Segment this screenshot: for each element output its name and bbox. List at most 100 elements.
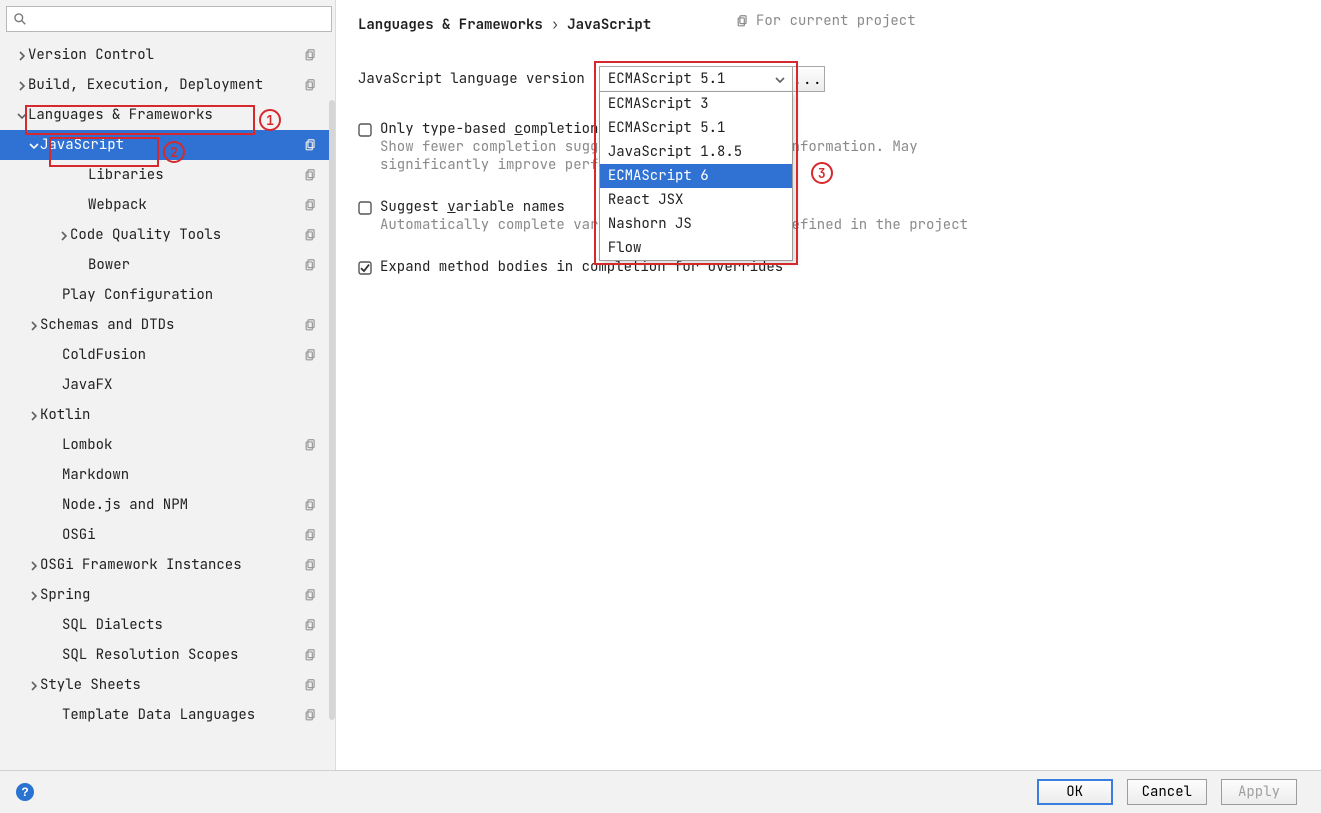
tree-item[interactable]: SQL Dialects [0,610,330,640]
chevron-right-icon [28,319,40,331]
tree-item-label: OSGi Framework Instances [40,556,304,574]
search-icon [13,12,27,26]
tree-item[interactable]: OSGi Framework Instances [0,550,330,580]
breadcrumb-b: JavaScript [567,16,651,34]
tree-item[interactable]: Schemas and DTDs [0,310,330,340]
copy-icon [304,498,318,512]
tree-item-label: Style Sheets [40,676,304,694]
tree-item[interactable]: Bower [0,250,330,280]
dropdown-item[interactable]: Flow [600,236,792,260]
breadcrumb-a: Languages & Frameworks [358,16,543,34]
copy-icon [304,648,318,662]
tree-item-label: OSGi [62,526,304,544]
tree-item[interactable]: Lombok [0,430,330,460]
tree-item[interactable]: Languages & Frameworks [0,100,330,130]
tree-item-label: Bower [88,256,304,274]
chk1-u: c [514,120,522,138]
chevron-right-icon [16,79,28,91]
copy-icon [304,438,318,452]
copy-icon [304,528,318,542]
tree-item[interactable]: Markdown [0,460,330,490]
tree-item-label: Play Configuration [62,286,304,304]
settings-search[interactable] [6,6,332,32]
copy-icon [304,78,318,92]
dropdown-item[interactable]: JavaScript 1.8.5 [600,140,792,164]
tree-item[interactable]: Style Sheets [0,670,330,700]
tree-item-label: Schemas and DTDs [40,316,304,334]
copy-icon [736,14,750,28]
tree-item[interactable]: Libraries [0,160,330,190]
tree-item[interactable]: Webpack [0,190,330,220]
tree-item[interactable]: Build, Execution, Deployment [0,70,330,100]
tree-item[interactable]: ColdFusion [0,340,330,370]
tree-item[interactable]: SQL Resolution Scopes [0,640,330,670]
for-current-project: For current project [736,12,916,30]
tree-item-label: Spring [40,586,304,604]
tree-item[interactable]: Template Data Languages [0,700,330,730]
chk2-u: v [447,198,455,216]
chevron-down-icon [28,139,40,151]
search-input[interactable] [31,9,331,29]
chevron-right-icon [58,229,70,241]
chk2-pre: Suggest [380,198,447,216]
checkbox-varnames[interactable] [358,201,372,215]
tree-item-label: Code Quality Tools [70,226,304,244]
apply-button[interactable]: Apply [1221,779,1297,805]
settings-tree: Version Control Build, Execution, Deploy… [0,40,330,770]
scrollbar[interactable] [329,100,335,720]
checkbox-completion[interactable] [358,123,372,137]
copy-icon [304,168,318,182]
breadcrumb: Languages & Frameworks › JavaScript For … [358,10,1301,40]
copy-icon [304,558,318,572]
copy-icon [304,708,318,722]
copy-icon [304,318,318,332]
settings-main: Languages & Frameworks › JavaScript For … [336,0,1321,770]
tree-item-label: Markdown [62,466,304,484]
lang-version-combobox[interactable]: ECMAScript 5.1 [599,66,793,92]
checkbox-expand[interactable] [358,261,372,275]
ok-button[interactable]: OK [1037,779,1113,805]
tree-item[interactable]: Node.js and NPM [0,490,330,520]
tree-item[interactable]: Code Quality Tools [0,220,330,250]
tree-item-label: ColdFusion [62,346,304,364]
tree-item-label: SQL Dialects [62,616,304,634]
dialog-buttons-bar: ? OK Cancel Apply [0,770,1321,813]
tree-item-label: Build, Execution, Deployment [28,76,304,94]
copy-icon [304,348,318,362]
settings-sidebar: Version Control Build, Execution, Deploy… [0,0,336,770]
tree-item-label: Libraries [88,166,304,184]
tree-item[interactable]: JavaScript [0,130,330,160]
dropdown-item[interactable]: ECMAScript 5.1 [600,116,792,140]
tree-item[interactable]: Version Control [0,40,330,70]
copy-icon [304,228,318,242]
copy-icon [304,618,318,632]
tree-item[interactable]: JavaFX [0,370,330,400]
tree-item[interactable]: Play Configuration [0,280,330,310]
dropdown-item[interactable]: React JSX [600,188,792,212]
dropdown-item[interactable]: ECMAScript 6 [600,164,792,188]
dropdown-item[interactable]: Nashorn JS [600,212,792,236]
tree-item[interactable]: Spring [0,580,330,610]
help-button[interactable]: ? [16,783,34,801]
tree-item[interactable]: Kotlin [0,400,330,430]
chk1-pre: Only type-based [380,120,514,138]
copy-icon [304,588,318,602]
chevron-right-icon [28,409,40,421]
tree-item[interactable]: OSGi [0,520,330,550]
lang-version-more-button[interactable]: ... [793,66,825,92]
combo-value: ECMAScript 5.1 [608,70,726,88]
tree-item-label: Template Data Languages [62,706,304,724]
chevron-right-icon [28,559,40,571]
lang-version-dropdown[interactable]: ECMAScript 3ECMAScript 5.1JavaScript 1.8… [599,91,793,261]
tree-item-label: SQL Resolution Scopes [62,646,304,664]
tree-item-label: Languages & Frameworks [28,106,304,124]
chevron-right-icon [28,589,40,601]
breadcrumb-sep: › [551,16,559,34]
chevron-down-icon [774,73,786,85]
cancel-button[interactable]: Cancel [1127,779,1207,805]
chevron-down-icon [16,109,28,121]
dropdown-item[interactable]: ECMAScript 3 [600,92,792,116]
for-current-project-text: For current project [756,12,916,30]
tree-item-label: Kotlin [40,406,304,424]
copy-icon [304,198,318,212]
